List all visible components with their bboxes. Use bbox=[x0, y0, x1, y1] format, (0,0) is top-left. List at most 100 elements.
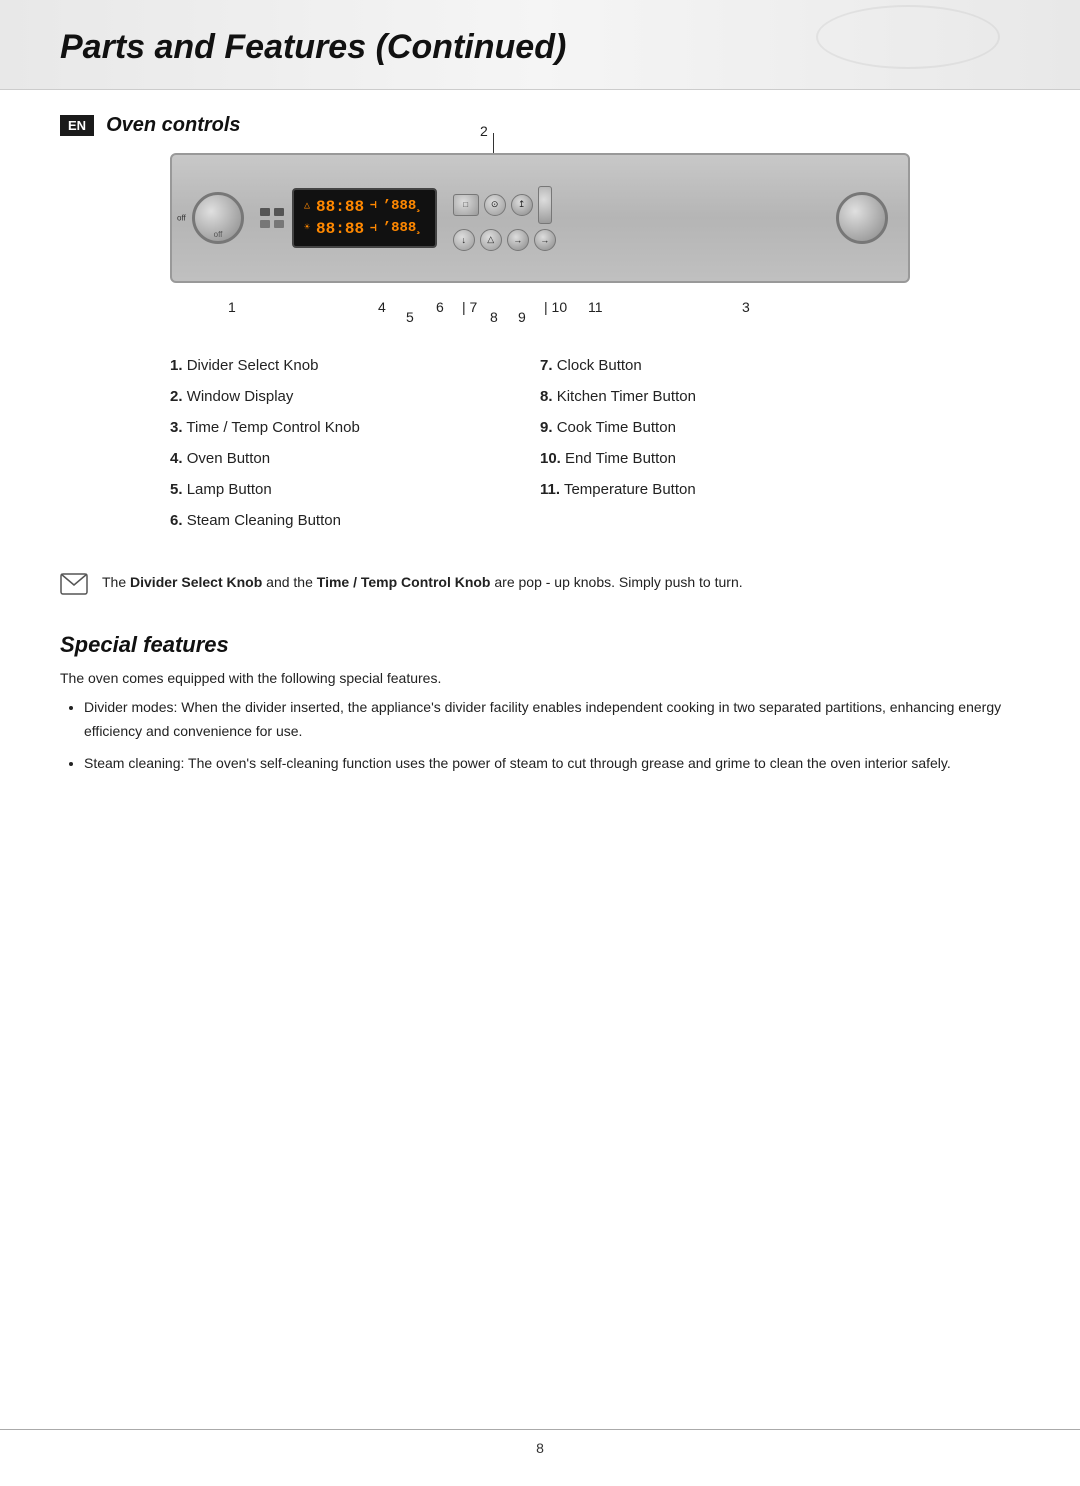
part-label-1: Divider Select Knob bbox=[187, 357, 319, 374]
note-bold-1: Divider Select Knob bbox=[130, 574, 262, 590]
display-arrow-1: ⊣ bbox=[370, 199, 377, 214]
oven-diagram-container: 2 off bbox=[170, 153, 910, 327]
label-num-5: 5 bbox=[406, 309, 414, 325]
part-num-9: 9. bbox=[540, 419, 553, 436]
part-label-5: Lamp Button bbox=[187, 481, 272, 498]
part-item-11: 11. Temperature Button bbox=[540, 479, 890, 500]
display-temp-1: ’888¸ bbox=[383, 197, 425, 217]
part-num-6: 6. bbox=[170, 512, 183, 529]
note-bold-2: Time / Temp Control Knob bbox=[317, 574, 491, 590]
label-num-9: 9 bbox=[518, 309, 526, 325]
special-features-title: Special features bbox=[60, 632, 1020, 658]
end-time-icon: → bbox=[540, 235, 549, 245]
clock-button[interactable]: ⊙ bbox=[484, 194, 506, 216]
part-num-8: 8. bbox=[540, 388, 553, 405]
display-icon-2: ☀ bbox=[304, 222, 310, 236]
part-item-3: 3. Time / Temp Control Knob bbox=[170, 417, 520, 438]
lamp-icon: ↓ bbox=[461, 235, 466, 245]
parts-list: 1. Divider Select Knob 2. Window Display… bbox=[170, 355, 910, 541]
oven-controls-header: EN Oven controls bbox=[60, 90, 1020, 153]
indicator-sq-1 bbox=[260, 208, 270, 216]
clock-icon: ⊙ bbox=[491, 199, 499, 210]
lamp-button[interactable]: ↓ bbox=[453, 229, 475, 251]
page-header: Parts and Features (Continued) bbox=[0, 0, 1080, 90]
part-num-11: 11. bbox=[540, 481, 560, 498]
part-label-10: End Time Button bbox=[565, 450, 676, 467]
timer-icon: ↥ bbox=[518, 199, 526, 210]
display-time-2: 88:88 bbox=[316, 218, 364, 240]
display-temp-2: ’888¸ bbox=[383, 219, 425, 239]
page-footer: 8 bbox=[0, 1429, 1080, 1456]
steam-icon: △ bbox=[487, 234, 494, 245]
part-item-5: 5. Lamp Button bbox=[170, 479, 520, 500]
part-item-10: 10. End Time Button bbox=[540, 448, 890, 469]
label-num-6: 6 bbox=[436, 299, 444, 315]
part-num-7: 7. bbox=[540, 357, 553, 374]
label-num-10: | 10 bbox=[544, 299, 567, 315]
label-num-4: 4 bbox=[378, 299, 386, 315]
end-time-button[interactable]: → bbox=[534, 229, 556, 251]
time-temp-control-knob[interactable] bbox=[836, 192, 888, 244]
part-label-4: Oven Button bbox=[187, 450, 270, 467]
oven-button-icon: □ bbox=[463, 200, 468, 209]
part-num-10: 10. bbox=[540, 450, 561, 467]
display-time-1: 88:88 bbox=[316, 196, 364, 218]
oven-button[interactable]: □ bbox=[453, 194, 479, 216]
bullet-item-1: Divider modes: When the divider inserted… bbox=[84, 696, 1020, 744]
indicator-sq-2 bbox=[274, 208, 284, 216]
cook-time-icon: → bbox=[513, 235, 522, 245]
display-icon-1: △ bbox=[304, 200, 310, 214]
parts-col-left: 1. Divider Select Knob 2. Window Display… bbox=[170, 355, 540, 541]
page-number: 8 bbox=[536, 1440, 544, 1456]
label-2: 2 bbox=[480, 123, 488, 139]
part-item-1: 1. Divider Select Knob bbox=[170, 355, 520, 376]
part-num-2: 2. bbox=[170, 388, 183, 405]
part-label-2: Window Display bbox=[187, 388, 294, 405]
features-bullet-list: Divider modes: When the divider inserted… bbox=[60, 696, 1020, 775]
oven-diagram: off △ 88:88 ⊣ ’888 bbox=[170, 153, 910, 283]
en-badge: EN bbox=[60, 115, 94, 136]
status-indicators bbox=[260, 208, 284, 228]
part-label-6: Steam Cleaning Button bbox=[187, 512, 341, 529]
part-label-8: Kitchen Timer Button bbox=[557, 388, 696, 405]
label-num-7: | 7 bbox=[462, 299, 477, 315]
part-item-2: 2. Window Display bbox=[170, 386, 520, 407]
part-num-1: 1. bbox=[170, 357, 183, 374]
page-title: Parts and Features (Continued) bbox=[60, 28, 566, 66]
part-item-7: 7. Clock Button bbox=[540, 355, 890, 376]
steam-cleaning-button[interactable]: △ bbox=[480, 229, 502, 251]
oven-controls-title: Oven controls bbox=[106, 114, 240, 137]
divider-select-knob[interactable]: off bbox=[192, 192, 244, 244]
display-arrow-2: ⊣ bbox=[370, 222, 377, 237]
parts-col-right: 7. Clock Button 8. Kitchen Timer Button … bbox=[540, 355, 910, 541]
part-num-5: 5. bbox=[170, 481, 183, 498]
part-item-8: 8. Kitchen Timer Button bbox=[540, 386, 890, 407]
kitchen-timer-button[interactable]: ↥ bbox=[511, 194, 533, 216]
part-item-4: 4. Oven Button bbox=[170, 448, 520, 469]
label-num-1: 1 bbox=[228, 299, 236, 315]
label-num-11: 11 bbox=[588, 299, 603, 315]
temperature-button[interactable] bbox=[538, 186, 552, 224]
part-label-11: Temperature Button bbox=[564, 481, 696, 498]
note-text: The Divider Select Knob and the Time / T… bbox=[102, 571, 743, 593]
part-item-9: 9. Cook Time Button bbox=[540, 417, 890, 438]
bullet-item-2: Steam cleaning: The oven's self-cleaning… bbox=[84, 752, 1020, 776]
cook-time-button[interactable]: → bbox=[507, 229, 529, 251]
note-box: The Divider Select Knob and the Time / T… bbox=[60, 561, 1020, 612]
display-row-1: △ 88:88 ⊣ ’888¸ bbox=[304, 196, 425, 218]
features-intro: The oven comes equipped with the followi… bbox=[60, 670, 1020, 686]
label-2-line bbox=[493, 133, 494, 153]
note-icon bbox=[60, 573, 88, 602]
part-item-6: 6. Steam Cleaning Button bbox=[170, 510, 520, 531]
window-display: △ 88:88 ⊣ ’888¸ ☀ 88:88 ⊣ ’888¸ bbox=[292, 188, 437, 249]
part-label-9: Cook Time Button bbox=[557, 419, 676, 436]
diagram-labels-row: 1 4 5 6 | 7 8 9 | 10 11 3 bbox=[170, 287, 910, 327]
indicator-sq-3 bbox=[260, 220, 270, 228]
label-num-3: 3 bbox=[742, 299, 750, 315]
indicator-sq-4 bbox=[274, 220, 284, 228]
part-label-3: Time / Temp Control Knob bbox=[186, 419, 359, 436]
display-row-2: ☀ 88:88 ⊣ ’888¸ bbox=[304, 218, 425, 240]
label-num-8: 8 bbox=[490, 309, 498, 325]
part-num-3: 3. bbox=[170, 419, 183, 436]
part-label-7: Clock Button bbox=[557, 357, 642, 374]
